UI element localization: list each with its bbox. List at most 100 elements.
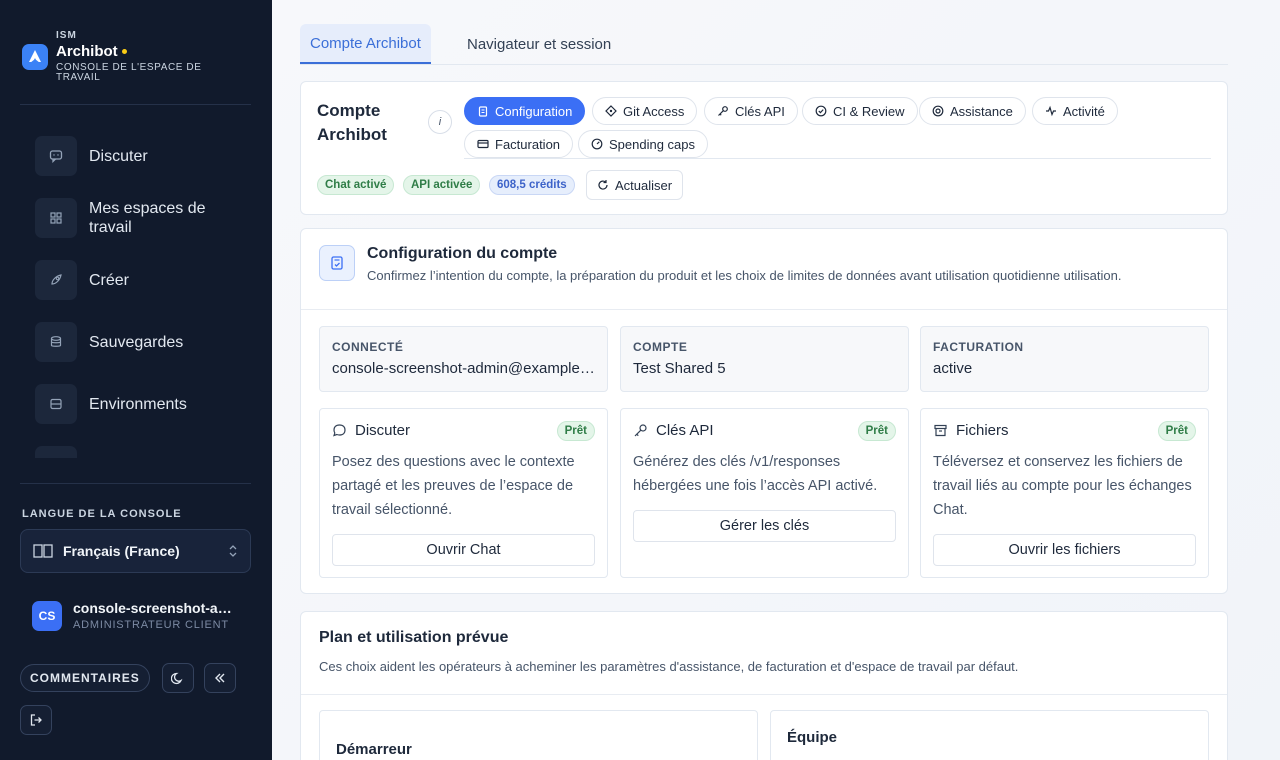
avatar: CS (32, 600, 62, 631)
plan-card: Plan et utilisation prévue Ces choix aid… (300, 611, 1228, 760)
sidebar-item-label: Mes espaces de travail (89, 200, 206, 236)
server-icon (35, 384, 77, 424)
chat-bubble-icon (333, 424, 346, 437)
sidebar-item-backups[interactable]: Sauvegardes (35, 322, 239, 362)
key-icon (718, 106, 728, 116)
subtab-billing[interactable]: Facturation (464, 130, 574, 158)
feature-files: Fichiers Prêt Téléversez et conservez le… (920, 408, 1209, 578)
subtab-configuration[interactable]: Configuration (464, 97, 586, 125)
theme-toggle-button[interactable] (162, 663, 194, 693)
feature-chat: Discuter Prêt Posez des questions avec l… (319, 408, 608, 578)
info-connected: CONNECTÉ console-screenshot-admin@exampl… (319, 326, 608, 392)
clipboard-check-icon (319, 245, 355, 281)
lifebuoy-icon (932, 105, 944, 117)
divider (301, 309, 1227, 310)
sidebar-item-label: Créer (89, 271, 130, 289)
book-icon (33, 544, 53, 558)
sidebar-item-label: Environments (89, 395, 187, 413)
archibot-logo-icon (22, 44, 48, 70)
sidebar-item-label: Discuter (89, 147, 148, 165)
status-badge: Chat activé (317, 175, 395, 195)
logout-icon (30, 714, 42, 726)
brand[interactable]: ISM Archibot CONSOLE DE L'ESPACE DE TRAV… (22, 30, 216, 83)
status-dot (121, 49, 127, 54)
chevron-updown-icon (229, 545, 237, 557)
tab-account[interactable]: Compte Archibot (300, 24, 431, 64)
rocket-icon (35, 260, 77, 300)
subtab-assistance[interactable]: Assistance (919, 97, 1026, 125)
feature-title: Discuter (355, 422, 411, 439)
config-title: Configuration du compte (367, 245, 558, 262)
more-item-icon (35, 446, 77, 458)
gauge-icon (591, 138, 603, 150)
account-card: Compte Archibot i Configuration Git Acce… (300, 81, 1228, 215)
plan-title: Plan et utilisation prévue (319, 629, 509, 646)
feature-description: Générez des clés /v1/responses hébergées… (633, 454, 878, 494)
top-tabs: Compte Archibot Navigateur et session (300, 24, 1228, 65)
feature-description: Téléversez et conservez les fichiers de … (933, 454, 1192, 518)
refresh-icon (598, 180, 608, 190)
ready-badge: Prêt (857, 421, 896, 441)
plan-option-team[interactable]: Équipe (770, 710, 1209, 760)
open-chat-button[interactable]: Ouvrir Chat (332, 534, 595, 566)
subtab-activity[interactable]: Activité (1032, 97, 1118, 125)
collapse-sidebar-button[interactable] (204, 663, 236, 693)
divider (20, 104, 251, 105)
brand-org: ISM (56, 30, 77, 41)
feature-title: Clés API (656, 422, 714, 439)
language-value: Français (France) (63, 543, 180, 559)
open-files-button[interactable]: Ouvrir les fichiers (933, 534, 1196, 566)
refresh-button[interactable]: Actualiser (586, 170, 684, 200)
sidebar-item-workspaces[interactable]: Mes espaces de travail (35, 198, 239, 238)
plan-description: Ces choix aident les opérateurs à achemi… (319, 659, 1019, 674)
moon-icon (171, 672, 183, 685)
clipboard-icon (478, 106, 488, 117)
main-content: Compte Archibot Navigateur et session Co… (272, 0, 1280, 760)
info-button[interactable]: i (428, 110, 452, 134)
grid-icon (35, 198, 77, 238)
feature-title: Fichiers (956, 422, 1009, 439)
archive-icon (934, 424, 947, 437)
user-role: ADMINISTRATEUR CLIENT (73, 619, 229, 631)
git-icon (605, 105, 617, 117)
activity-icon (1046, 105, 1056, 117)
credits-badge: 608,5 crédits (489, 175, 575, 195)
divider (20, 483, 251, 484)
subtab-spending-caps[interactable]: Spending caps (578, 130, 709, 158)
sidebar-nav: Discuter Mes espaces de travail Créer Sa… (0, 124, 272, 458)
divider (301, 694, 1227, 695)
subtab-git-access[interactable]: Git Access (592, 97, 698, 125)
sidebar: ISM Archibot CONSOLE DE L'ESPACE DE TRAV… (0, 0, 272, 760)
feedback-button[interactable]: COMMENTAIRES (20, 664, 150, 692)
feature-api-keys: Clés API Prêt Générez des clés /v1/respo… (620, 408, 909, 578)
plan-option-starter[interactable]: Démarreur (319, 710, 758, 760)
ready-badge: Prêt (556, 421, 595, 441)
account-subtabs: Configuration Git Access Clés API CI & R… (464, 97, 1211, 159)
status-badge: API activée (403, 175, 481, 195)
chat-icon (35, 136, 77, 176)
sidebar-item-environments[interactable]: Environments (35, 384, 239, 424)
info-account: COMPTE Test Shared 5 (620, 326, 909, 392)
credit-card-icon (477, 139, 489, 149)
tab-browser-session[interactable]: Navigateur et session (457, 24, 621, 64)
database-icon (35, 322, 77, 362)
sidebar-item-create[interactable]: Créer (35, 260, 239, 300)
chevrons-left-icon (215, 673, 225, 683)
language-title: LANGUE DE LA CONSOLE (22, 508, 182, 520)
sidebar-item-more[interactable] (35, 446, 77, 458)
info-billing: FACTURATION active (920, 326, 1209, 392)
user-name: console-screenshot-admin@example.com (73, 600, 238, 616)
sidebar-item-label: Sauvegardes (89, 333, 184, 351)
language-select[interactable]: Français (France) (20, 529, 251, 573)
config-card: Configuration du compte Confirmez l’inte… (300, 228, 1228, 594)
brand-name: Archibot (56, 43, 118, 60)
account-title: Compte Archibot (317, 101, 387, 144)
feature-description: Posez des questions avec le contexte par… (332, 454, 575, 518)
subtab-api-keys[interactable]: Clés API (704, 97, 798, 125)
subtab-ci-review[interactable]: CI & Review (802, 97, 918, 125)
sidebar-item-chat[interactable]: Discuter (35, 136, 239, 176)
brand-subtitle: CONSOLE DE L'ESPACE DE TRAVAIL (56, 62, 202, 83)
manage-keys-button[interactable]: Gérer les clés (633, 510, 896, 542)
user-profile[interactable]: CS console-screenshot-admin@example.com … (32, 600, 238, 631)
logout-button[interactable] (20, 705, 52, 735)
